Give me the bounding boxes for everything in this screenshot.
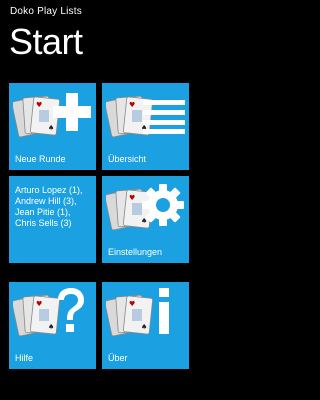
tile-new-round[interactable]: Neue Runde [9, 83, 96, 170]
list-icon [143, 100, 185, 134]
player-entry: Jean Pitie (1), [15, 207, 71, 217]
question-icon [58, 288, 84, 332]
tile-label: Einstellungen [108, 247, 163, 257]
tile-settings[interactable]: Einstellungen [102, 176, 189, 263]
tile-players[interactable]: Arturo Lopez (1), Andrew Hill (3), Jean … [9, 176, 96, 263]
tile-about[interactable]: Über [102, 282, 189, 369]
tile-label: Neue Runde [15, 154, 66, 164]
page-title: Start [9, 21, 83, 62]
player-list: Arturo Lopez (1), Andrew Hill (3), Jean … [15, 185, 83, 229]
plus-icon [53, 93, 91, 131]
app-title: Doko Play Lists [10, 6, 82, 17]
player-entry: Arturo Lopez (1), [15, 185, 83, 195]
tile-label: Übersicht [108, 154, 147, 164]
gear-icon [142, 184, 184, 226]
tile-label: Hilfe [15, 353, 34, 363]
tile-label: Über [108, 353, 128, 363]
player-entry: Andrew Hill (3), [15, 196, 77, 206]
player-entry: Chris Sells (3) [15, 218, 72, 228]
cards-image [106, 294, 154, 337]
info-icon [159, 288, 169, 334]
tile-help[interactable]: Hilfe [9, 282, 96, 369]
tile-overview[interactable]: Übersicht [102, 83, 189, 170]
